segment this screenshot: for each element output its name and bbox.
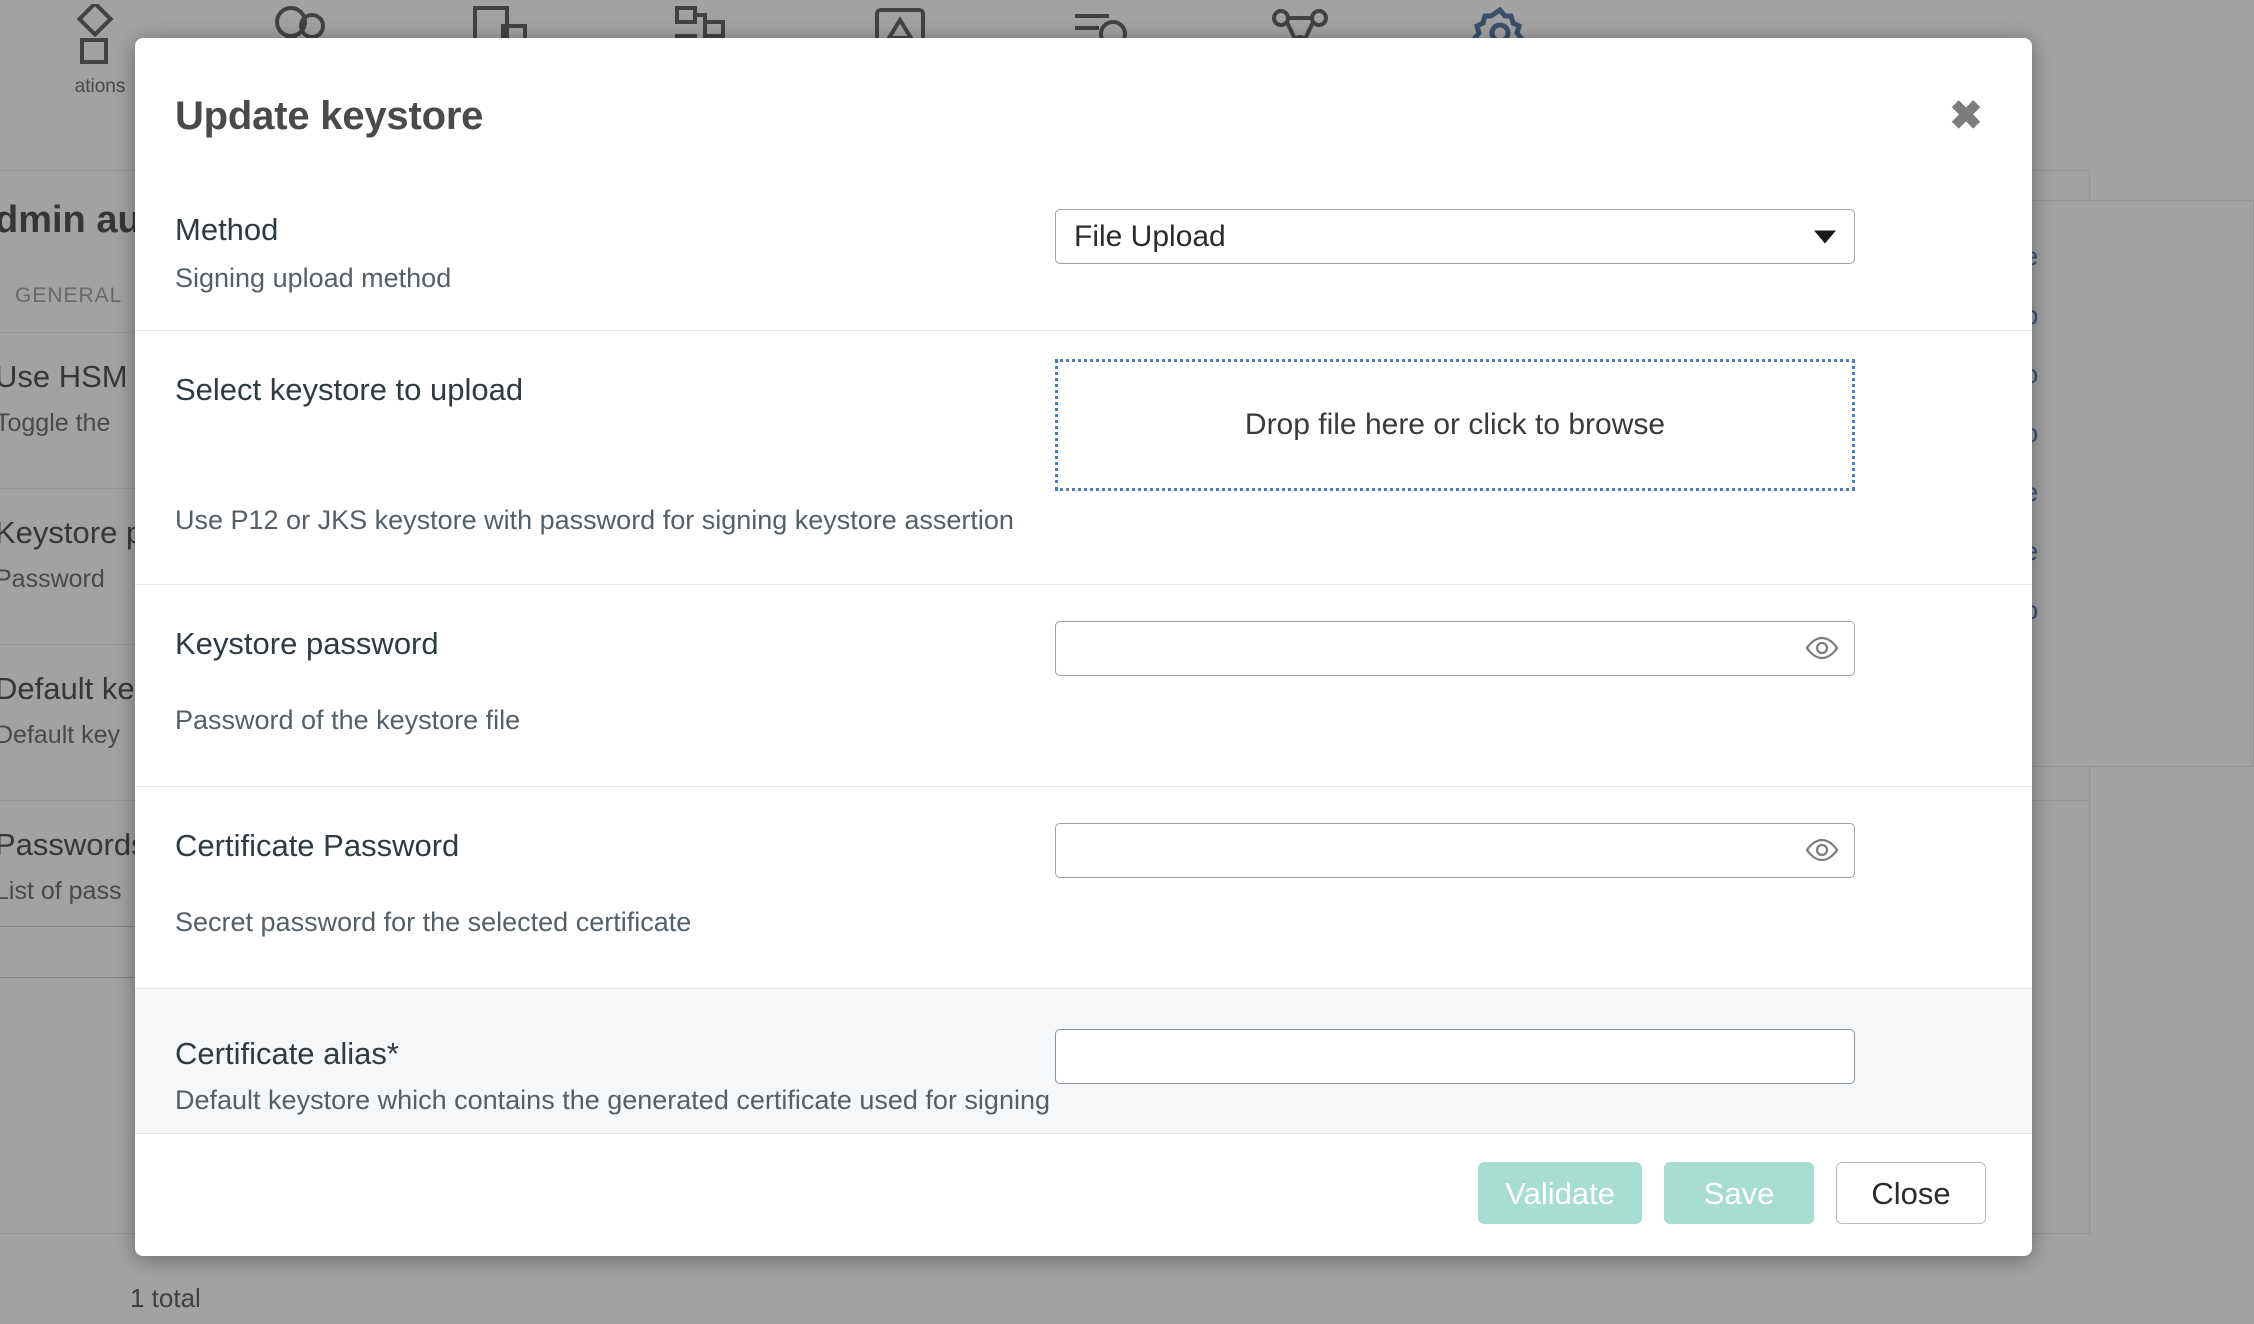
dialog-title: Update keystore (175, 94, 1986, 139)
form-row-select-keystore: Select keystore to upload Use P12 or JKS… (135, 330, 2032, 584)
field-desc-certificate-alias: Default keystore which contains the gene… (175, 1084, 1055, 1118)
form-row-select-keystore-control: Drop file here or click to browse (1055, 331, 1984, 491)
form-row-certificate-password-control (1055, 787, 1984, 878)
field-label-keystore-password: Keystore password (175, 625, 1055, 662)
update-keystore-dialog: Update keystore ✖ Method Signing upload … (135, 38, 2032, 1256)
form-row-keystore-password-labels: Keystore password Password of the keysto… (175, 585, 1055, 786)
form-row-method: Method Signing upload method File Upload (135, 179, 2032, 330)
form-row-certificate-alias-control (1055, 989, 1984, 1084)
form-row-method-labels: Method Signing upload method (175, 179, 1055, 330)
field-label-select-keystore: Select keystore to upload (175, 371, 1055, 408)
dialog-body: Method Signing upload method File Upload… (135, 139, 2032, 1133)
field-desc-select-keystore: Use P12 or JKS keystore with password fo… (175, 504, 1055, 538)
field-label-certificate-password: Certificate Password (175, 827, 1055, 864)
field-desc-certificate-password: Secret password for the selected certifi… (175, 906, 1055, 940)
dialog-footer: Validate Save Close (135, 1133, 2032, 1256)
form-row-certificate-password: Certificate Password Secret password for… (135, 786, 2032, 988)
field-desc-method: Signing upload method (175, 262, 1055, 296)
save-button[interactable]: Save (1664, 1162, 1814, 1224)
form-row-certificate-password-labels: Certificate Password Secret password for… (175, 787, 1055, 988)
certificate-password-wrap (1055, 823, 1855, 878)
method-select-value: File Upload (1074, 220, 1226, 254)
close-icon[interactable]: ✖ (1946, 96, 1986, 136)
field-label-method: Method (175, 211, 1055, 248)
validate-button[interactable]: Validate (1478, 1162, 1642, 1224)
certificate-password-input[interactable] (1055, 823, 1855, 878)
form-row-method-control: File Upload (1055, 179, 1984, 264)
form-row-certificate-alias-labels: Certificate alias* Default keystore whic… (175, 989, 1055, 1133)
file-dropzone-label: Drop file here or click to browse (1245, 408, 1665, 442)
form-row-select-keystore-labels: Select keystore to upload Use P12 or JKS… (175, 331, 1055, 584)
form-row-certificate-alias: Certificate alias* Default keystore whic… (135, 988, 2032, 1133)
keystore-password-wrap (1055, 621, 1855, 676)
method-select[interactable]: File Upload (1055, 209, 1855, 264)
eye-icon[interactable] (1805, 635, 1839, 661)
field-label-certificate-alias: Certificate alias* (175, 1035, 1055, 1072)
file-dropzone[interactable]: Drop file here or click to browse (1055, 359, 1855, 491)
chevron-down-icon (1814, 230, 1836, 243)
keystore-password-input[interactable] (1055, 621, 1855, 676)
eye-icon[interactable] (1805, 837, 1839, 863)
form-row-keystore-password-control (1055, 585, 1984, 676)
form-row-keystore-password: Keystore password Password of the keysto… (135, 584, 2032, 786)
certificate-alias-input[interactable] (1055, 1029, 1855, 1084)
dialog-header: Update keystore ✖ (135, 38, 2032, 139)
field-desc-keystore-password: Password of the keystore file (175, 704, 1055, 738)
close-button[interactable]: Close (1836, 1162, 1986, 1224)
